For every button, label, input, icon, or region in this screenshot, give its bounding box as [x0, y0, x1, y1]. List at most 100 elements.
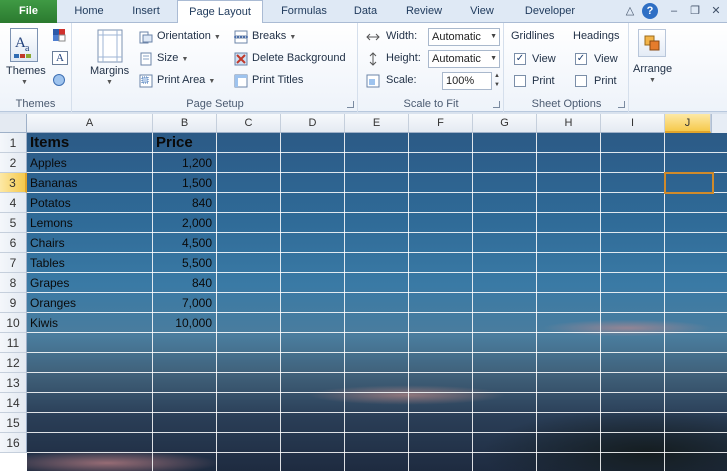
- cell-a3[interactable]: Bananas: [27, 173, 152, 193]
- cell-b5[interactable]: 2,000: [153, 213, 216, 233]
- gridline: [600, 133, 601, 471]
- row-header-3[interactable]: 3: [0, 173, 27, 193]
- cell-a1[interactable]: Items: [27, 133, 152, 153]
- themes-button[interactable]: Themes: [6, 65, 46, 77]
- height-icon: [366, 52, 380, 66]
- print-titles-button[interactable]: Print Titles: [252, 74, 303, 86]
- cell-a5[interactable]: Lemons: [27, 213, 152, 233]
- cell-b9[interactable]: 7,000: [153, 293, 216, 313]
- arrange-icon[interactable]: [638, 29, 666, 57]
- page-setup-launcher-icon[interactable]: [347, 101, 354, 108]
- cell-a7[interactable]: Tables: [27, 253, 152, 273]
- margins-dropdown-icon[interactable]: ▼: [106, 79, 113, 86]
- tab-page-layout[interactable]: Page Layout: [177, 0, 263, 24]
- row-header-5[interactable]: 5: [0, 213, 27, 233]
- row-header-12[interactable]: 12: [0, 353, 27, 373]
- cell-a9[interactable]: Oranges: [27, 293, 152, 313]
- row-header-10[interactable]: 10: [0, 313, 27, 333]
- size-dropdown-icon: ▼: [181, 56, 189, 63]
- row-header-8[interactable]: 8: [0, 273, 27, 293]
- delete-background-button[interactable]: Delete Background: [252, 52, 346, 64]
- breaks-button[interactable]: Breaks ▼: [252, 30, 296, 42]
- row-header-6[interactable]: 6: [0, 233, 27, 253]
- theme-colors-icon[interactable]: [52, 28, 68, 42]
- gridlines-print-checkbox[interactable]: [514, 75, 526, 87]
- scale-label: Scale:: [386, 74, 417, 86]
- row-header-13[interactable]: 13: [0, 373, 27, 393]
- margins-icon[interactable]: [97, 29, 123, 63]
- cell-a2[interactable]: Apples: [27, 153, 152, 173]
- scale-spin-icon[interactable]: ▲ ▼: [493, 72, 501, 90]
- margins-button[interactable]: Margins: [90, 65, 129, 77]
- column-header-c[interactable]: C: [217, 114, 281, 133]
- height-dropdown[interactable]: Automatic ▼: [428, 50, 500, 68]
- column-header-b[interactable]: B: [153, 114, 217, 133]
- tab-data[interactable]: Data: [343, 0, 388, 23]
- window-minimize-icon[interactable]: –: [666, 3, 682, 19]
- arrange-button[interactable]: Arrange: [633, 63, 672, 75]
- row-header-11[interactable]: 11: [0, 333, 27, 353]
- column-header-e[interactable]: E: [345, 114, 409, 133]
- tab-home[interactable]: Home: [61, 0, 117, 23]
- window-restore-icon[interactable]: ❐: [687, 3, 703, 19]
- theme-fonts-icon[interactable]: A: [52, 51, 68, 65]
- gridline: [472, 133, 473, 471]
- width-dropdown[interactable]: Automatic ▼: [428, 28, 500, 46]
- column-header-j[interactable]: J: [665, 114, 711, 133]
- cell-b8[interactable]: 840: [153, 273, 216, 293]
- cell-b2[interactable]: 1,200: [153, 153, 216, 173]
- row-header-14[interactable]: 14: [0, 393, 27, 413]
- help-icon[interactable]: ?: [642, 3, 658, 19]
- row-header-9[interactable]: 9: [0, 293, 27, 313]
- cell-a10[interactable]: Kiwis: [27, 313, 152, 333]
- worksheet-grid[interactable]: A B C D E F G H I J 1 2 3 4 5 6 7 8 9 10…: [0, 114, 727, 471]
- column-header-a[interactable]: A: [27, 114, 153, 133]
- cell-a6[interactable]: Chairs: [27, 233, 152, 253]
- theme-effects-icon[interactable]: [52, 73, 68, 87]
- active-cell-j3[interactable]: [664, 172, 714, 194]
- minimize-ribbon-icon[interactable]: △: [622, 3, 638, 19]
- select-all-corner[interactable]: [0, 114, 27, 133]
- orientation-dropdown-icon: ▼: [213, 34, 221, 41]
- cell-b6[interactable]: 4,500: [153, 233, 216, 253]
- headings-print-checkbox[interactable]: [575, 75, 587, 87]
- cell-b10[interactable]: 10,000: [153, 313, 216, 333]
- gridlines-view-checkbox[interactable]: ✓: [514, 53, 526, 65]
- tab-formulas[interactable]: Formulas: [268, 0, 340, 23]
- size-button[interactable]: Size ▼: [157, 52, 188, 64]
- column-header-g[interactable]: G: [473, 114, 537, 133]
- print-area-button[interactable]: Print Area ▼: [157, 74, 215, 86]
- column-header-i[interactable]: I: [601, 114, 665, 133]
- scale-spinner[interactable]: 100%: [442, 72, 492, 90]
- headings-view-checkbox[interactable]: ✓: [575, 53, 587, 65]
- vertical-scrollbar[interactable]: [711, 114, 727, 133]
- cell-b4[interactable]: 840: [153, 193, 216, 213]
- tab-review[interactable]: Review: [394, 0, 454, 23]
- tab-view[interactable]: View: [458, 0, 506, 23]
- row-header-4[interactable]: 4: [0, 193, 27, 213]
- column-header-h[interactable]: H: [537, 114, 601, 133]
- column-header-f[interactable]: F: [409, 114, 473, 133]
- row-header-2[interactable]: 2: [0, 153, 27, 173]
- row-header-1[interactable]: 1: [0, 133, 27, 153]
- scale-to-fit-launcher-icon[interactable]: [493, 101, 500, 108]
- cell-a4[interactable]: Potatos: [27, 193, 152, 213]
- row-header-7[interactable]: 7: [0, 253, 27, 273]
- column-header-d[interactable]: D: [281, 114, 345, 133]
- orientation-button[interactable]: Orientation ▼: [157, 30, 221, 42]
- themes-dropdown-icon[interactable]: ▼: [21, 79, 28, 86]
- row-header-16[interactable]: 16: [0, 433, 27, 453]
- themes-icon[interactable]: Aa: [10, 28, 38, 62]
- cell-a8[interactable]: Grapes: [27, 273, 152, 293]
- tab-file[interactable]: File: [0, 0, 57, 23]
- tab-insert[interactable]: Insert: [119, 0, 173, 23]
- cell-b7[interactable]: 5,500: [153, 253, 216, 273]
- window-close-icon[interactable]: ✕: [708, 3, 724, 19]
- row-header-15[interactable]: 15: [0, 413, 27, 433]
- cell-b3[interactable]: 1,500: [153, 173, 216, 193]
- sheet-options-launcher-icon[interactable]: [618, 101, 625, 108]
- tab-developer[interactable]: Developer: [512, 0, 588, 23]
- arrange-dropdown-icon[interactable]: ▼: [649, 77, 656, 84]
- cell-b1[interactable]: Price: [153, 133, 216, 153]
- gridline: [27, 372, 727, 373]
